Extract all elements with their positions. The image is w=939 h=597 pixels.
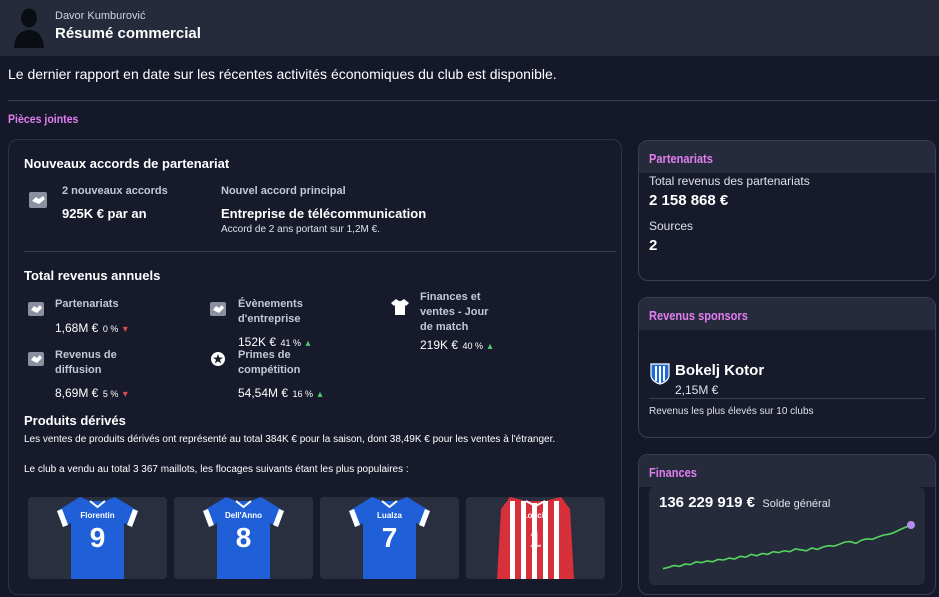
balance-trend-chart — [662, 521, 915, 570]
revenue-prize-value: 54,54M € 16 % ▴ — [238, 386, 323, 400]
balance-trend-line — [662, 524, 912, 570]
shirt-card[interactable]: Florentin 9 — [28, 497, 167, 579]
shirt-number: 8 — [236, 522, 252, 553]
top-sponsor-amount: 2,15M € — [675, 383, 719, 397]
partnerships-card[interactable]: Partenariats Total revenus des partenari… — [638, 140, 936, 281]
balance-chart-box: 136 229 919 € Solde général — [649, 487, 925, 585]
main-deal-name: Entreprise de télécommunication — [221, 206, 427, 221]
top-sponsor-club[interactable]: Bokelj Kotor — [675, 362, 764, 379]
revenue-events-label: Évènements d'entreprise — [238, 298, 303, 325]
shirt-number: 1 — [529, 527, 541, 552]
trend-down-icon: ▾ — [122, 389, 128, 400]
partnerships-card-title: Partenariats — [649, 151, 713, 166]
revenue-partnerships-label: Partenariats — [55, 298, 119, 310]
section-divider — [24, 251, 616, 252]
shirts-sold-text: Le club a vendu au total 3 367 maillots,… — [24, 464, 409, 475]
trend-up-icon: ▴ — [487, 341, 493, 352]
shirt-icon — [391, 299, 409, 315]
sender-name: Davor Kumburović — [55, 10, 146, 22]
shirt-number: 9 — [90, 522, 106, 553]
divider — [8, 100, 937, 101]
finances-card[interactable]: Finances 136 229 919 € Solde général — [638, 454, 936, 595]
merch-title: Produits dérivés — [24, 413, 126, 428]
balance-latest-point — [907, 521, 915, 529]
shirt-name: Dell'Anno — [225, 511, 262, 520]
jersey-icon: Florentin 9 — [57, 497, 138, 579]
message-header: Davor Kumburović Résumé commercial — [0, 0, 939, 56]
main-deal-detail: Accord de 2 ans portant sur 1,2M €. — [221, 224, 380, 235]
revenue-broadcast-value: 8,69M € 5 % ▾ — [55, 386, 128, 400]
trend-up-icon: ▴ — [305, 338, 311, 349]
shirt-number: 7 — [382, 522, 398, 553]
handshake-icon — [29, 192, 47, 208]
shirt-name: Lualza — [377, 511, 402, 520]
shirt-name: Loncic — [523, 511, 549, 520]
jersey-icon: Dell'Anno 8 — [203, 497, 284, 579]
jersey-icon: Loncic 1 — [497, 497, 574, 579]
sponsors-card-title: Revenus sponsors — [649, 308, 748, 323]
attachments-title: Pièces jointes — [8, 112, 79, 126]
revenue-matchday-label: Finances et ventes - Jour de match — [420, 291, 489, 333]
shirt-card[interactable]: Lualza 7 — [320, 497, 459, 579]
annual-revenue-title: Total revenus annuels — [24, 268, 161, 283]
handshake-icon — [210, 302, 226, 316]
sources-value: 2 — [649, 237, 658, 254]
revenue-matchday-value: 219K € 40 % ▴ — [420, 338, 493, 352]
jersey-icon: Lualza 7 — [349, 497, 430, 579]
main-deal-label: Nouvel accord principal — [221, 185, 346, 197]
total-partnership-label: Total revenus des partenariats — [649, 174, 810, 188]
trend-down-icon: ▾ — [122, 324, 128, 335]
sources-label: Sources — [649, 219, 694, 233]
revenue-broadcast-label: Revenus de diffusion — [55, 349, 117, 376]
new-deals-count: 2 nouveaux accords — [62, 185, 168, 197]
shirt-name: Florentin — [80, 511, 114, 520]
commercial-report-panel: Nouveaux accords de partenariat 2 nouvea… — [8, 139, 622, 595]
sponsors-card[interactable]: Revenus sponsors Bokelj Kotor 2,15M € Re… — [638, 297, 936, 438]
trend-up-icon: ▴ — [317, 389, 323, 400]
shirt-card[interactable]: Loncic 1 — [466, 497, 605, 579]
total-partnership-value: 2 158 868 € — [649, 192, 729, 209]
revenue-prize-label: Primes de compétition — [238, 349, 301, 376]
handshake-icon — [28, 302, 44, 316]
merch-summary: Les ventes de produits dérivés ont repré… — [24, 434, 556, 445]
deals-per-year: 925K € par an — [62, 206, 147, 221]
shirt-card[interactable]: Dell'Anno 8 — [174, 497, 313, 579]
handshake-icon — [28, 352, 44, 366]
revenue-partnerships-value: 1,68M € 0 % ▾ — [55, 321, 128, 335]
manager-avatar — [14, 8, 44, 48]
message-subject: Résumé commercial — [55, 25, 201, 42]
club-crest-icon — [650, 363, 670, 385]
divider — [649, 398, 925, 399]
sponsor-rank-note: Revenus les plus élevés sur 10 clubs — [649, 406, 814, 417]
medal-icon — [211, 352, 225, 366]
intro-text: Le dernier rapport en date sur les récen… — [8, 66, 557, 82]
finances-card-title: Finances — [649, 465, 697, 480]
partnerships-title: Nouveaux accords de partenariat — [24, 156, 230, 171]
